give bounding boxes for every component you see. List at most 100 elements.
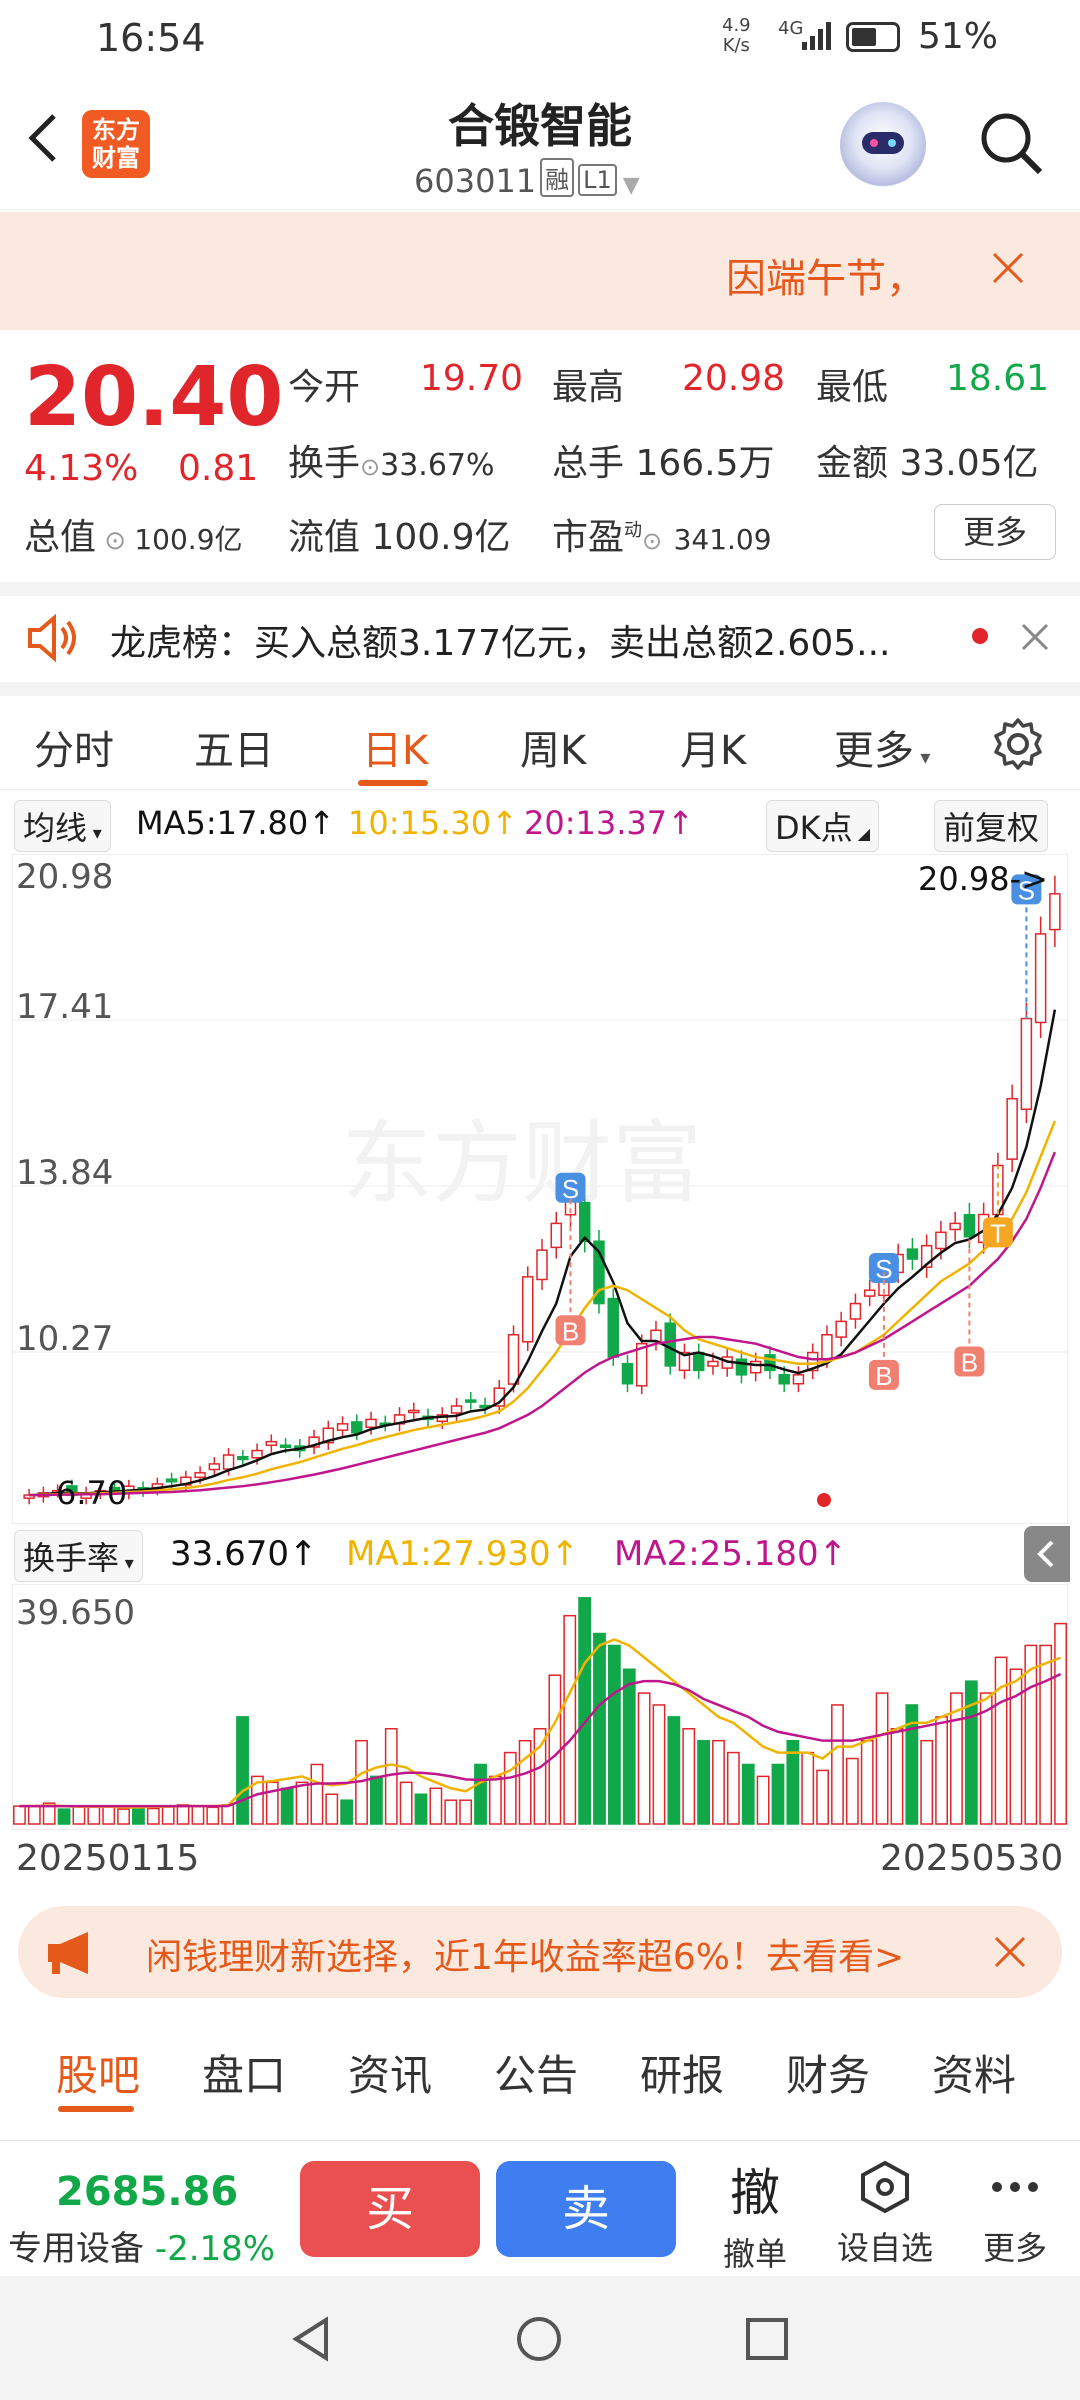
candle-body	[279, 1444, 292, 1449]
turnover-bar	[845, 1757, 859, 1825]
hexagon-icon	[861, 2160, 909, 2214]
turnover-bar	[57, 1808, 71, 1825]
tab-more[interactable]: 更多 ▾	[834, 718, 930, 776]
pe-value: 341.09	[673, 523, 772, 556]
turnover-bar	[533, 1728, 547, 1825]
cancel-order-button[interactable]: 撤 撤单	[700, 2153, 810, 2275]
pe-label: 市盈	[552, 517, 625, 558]
more-quote-button[interactable]: 更多	[934, 504, 1056, 560]
info-icon[interactable]: ⊙	[642, 527, 662, 555]
tab-intraday[interactable]: 分时	[34, 718, 114, 776]
tab-pankou[interactable]: 盘口	[202, 2042, 286, 2103]
more-actions-button[interactable]: 更多	[960, 2159, 1070, 2269]
tab-guba[interactable]: 股吧	[56, 2042, 140, 2103]
event-dot[interactable]	[817, 1493, 831, 1507]
turnover-bar	[265, 1781, 279, 1825]
close-icon[interactable]	[990, 250, 1026, 286]
candle-body	[949, 1222, 961, 1231]
turnover-value: 33.67%	[380, 448, 495, 483]
last-price: 20.40	[24, 350, 284, 445]
turnover-bar	[622, 1668, 636, 1825]
signal-icon	[802, 22, 831, 50]
candle-body	[1006, 1097, 1018, 1160]
turnover-bar	[518, 1739, 532, 1825]
info-icon[interactable]: ⊙	[360, 453, 380, 481]
nav-home-icon[interactable]	[514, 2314, 564, 2364]
turnover-bar	[325, 1793, 339, 1825]
tab-research[interactable]: 研报	[640, 2042, 724, 2103]
nav-recents-icon[interactable]	[744, 2316, 790, 2362]
volume-label: 总手	[552, 443, 625, 484]
close-icon[interactable]	[992, 1934, 1028, 1970]
indicator-selector[interactable]: 均线 ▾	[14, 800, 111, 852]
high-label: 最高	[552, 367, 625, 408]
assistant-robot-icon[interactable]	[840, 102, 926, 188]
stock-code-row[interactable]: 603011 融 L1 ▼	[414, 158, 640, 200]
candle-body	[251, 1449, 263, 1459]
turnover-bar	[578, 1597, 592, 1825]
high-price-label: 20.98->	[918, 860, 1048, 898]
turnover-bar	[191, 1805, 205, 1825]
candle-body	[621, 1362, 634, 1385]
sell-button[interactable]: 卖	[496, 2161, 676, 2257]
kline-chart[interactable]: 东方财富 20.98 17.41 13.84 10.27 SBSB BTS 20.…	[12, 854, 1068, 1524]
amount-value: 33.05亿	[899, 443, 1039, 484]
turnover-bar	[667, 1716, 681, 1825]
turnover-bar	[563, 1614, 577, 1825]
candle-body	[507, 1334, 520, 1385]
turnover-bar	[726, 1751, 740, 1825]
candle-body	[550, 1222, 562, 1249]
ma5-value: MA5:17.80↑	[136, 804, 336, 842]
candle-body	[749, 1360, 762, 1374]
sector-name: 专用设备	[8, 2229, 144, 2269]
sector-change: -2.18%	[154, 2229, 276, 2269]
collapse-button[interactable]	[1024, 1526, 1070, 1582]
promo-banner[interactable]: 闲钱理财新选择，近1年收益率超6%！去看看>	[18, 1906, 1062, 1998]
candle-body	[835, 1320, 847, 1338]
turnover-bar	[459, 1799, 473, 1825]
caret-down-icon: ▼	[622, 173, 640, 198]
end-date: 20250530	[880, 1838, 1064, 1879]
close-icon[interactable]	[1020, 622, 1050, 652]
tab-finance[interactable]: 财务	[786, 2042, 870, 2103]
dk-point-button[interactable]: DK点 ◢	[766, 800, 880, 852]
turnover-bar	[429, 1787, 443, 1825]
candle-body	[707, 1360, 719, 1367]
tab-monthly-k[interactable]: 月K	[680, 718, 746, 776]
turnover-bar	[295, 1781, 309, 1825]
turnover-chart[interactable]: 39.650	[12, 1584, 1068, 1830]
gear-icon[interactable]	[990, 716, 1046, 772]
candle-body	[1020, 1017, 1033, 1111]
tab-news[interactable]: 资讯	[348, 2042, 432, 2103]
candle-body	[165, 1478, 178, 1483]
tab-daily-k[interactable]: 日K	[362, 718, 428, 776]
chevron-left-icon	[1037, 1540, 1054, 1568]
info-icon[interactable]: ⊙	[96, 526, 134, 556]
network-speed: 4.9 K/s	[722, 15, 751, 56]
turnover-bar	[13, 1805, 26, 1825]
search-icon[interactable]	[976, 108, 1046, 178]
tab-weekly-k[interactable]: 周K	[520, 718, 586, 776]
turnover-bar	[756, 1775, 770, 1825]
nav-back-icon[interactable]	[286, 2314, 336, 2364]
holiday-notice[interactable]: 因端午节，	[0, 212, 1080, 330]
buy-button[interactable]: 买	[300, 2161, 480, 2257]
lhb-banner[interactable]: 龙虎榜：买入总额3.177亿元，卖出总额2.605...	[0, 596, 1080, 680]
ma2-value: MA2:25.180↑	[614, 1534, 848, 1574]
tab-announcements[interactable]: 公告	[494, 2042, 578, 2103]
trade-bar: 2685.86 专用设备 -2.18% 买 卖 撤 撤单 设自选 更多	[0, 2140, 1080, 2274]
sector-index-value[interactable]: 2685.86	[56, 2169, 238, 2215]
date-axis: 20250115 20250530	[0, 1838, 1080, 1888]
sector-row[interactable]: 专用设备 -2.18%	[8, 2221, 275, 2270]
turnover-bar	[697, 1739, 711, 1825]
turnover-bar	[831, 1704, 844, 1825]
candle-body	[849, 1302, 862, 1320]
candle-body	[650, 1329, 662, 1343]
tab-five-day[interactable]: 五日	[194, 718, 274, 776]
tab-profile[interactable]: 资料	[932, 2042, 1016, 2103]
adjust-button[interactable]: 前复权	[934, 800, 1049, 852]
chart-period-tabs: 分时 五日 日K 周K 月K 更多 ▾	[0, 700, 1080, 790]
add-watchlist-button[interactable]: 设自选	[830, 2159, 940, 2269]
candle-body	[351, 1421, 363, 1434]
volume-indicator-selector[interactable]: 换手率 ▾	[14, 1530, 143, 1582]
